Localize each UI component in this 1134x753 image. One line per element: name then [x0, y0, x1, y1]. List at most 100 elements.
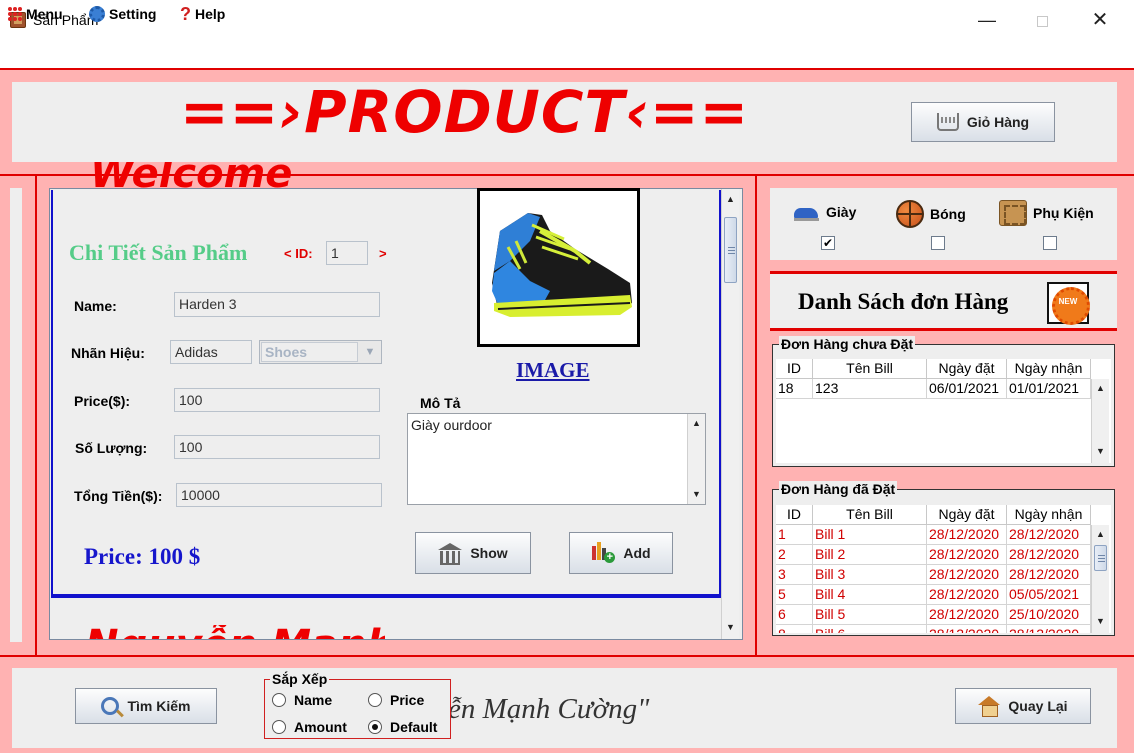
- table-cell[interactable]: Bill 2: [813, 545, 927, 565]
- menu-help[interactable]: ? Help: [180, 4, 225, 24]
- table-cell[interactable]: 28/12/2020: [927, 565, 1007, 585]
- table-cell[interactable]: 28/12/2020: [927, 605, 1007, 625]
- column-header[interactable]: Ngày nhận: [1007, 359, 1091, 379]
- author-heading-partial: Nguyễn Mạnh: [85, 625, 385, 639]
- detail-scrollbar[interactable]: ▲ ▼: [721, 189, 739, 639]
- id-field[interactable]: 1: [326, 241, 368, 265]
- checkbox-balls[interactable]: [931, 236, 945, 250]
- table-cell[interactable]: Bill 5: [813, 605, 927, 625]
- name-field[interactable]: Harden 3: [174, 292, 380, 317]
- table-cell[interactable]: Bill 3: [813, 565, 927, 585]
- detail-heading: Chi Tiết Sản Phẩm: [69, 240, 248, 265]
- table-cell[interactable]: Bill 4: [813, 585, 927, 605]
- table-cell[interactable]: 123: [813, 379, 927, 399]
- placed-scrollbar[interactable]: ▲ ▼: [1091, 525, 1109, 633]
- scroll-down-arrow[interactable]: ▼: [1092, 613, 1109, 630]
- column-header[interactable]: Ngày nhận: [1007, 505, 1091, 525]
- table-cell[interactable]: 5: [776, 585, 813, 605]
- sort-price-label: Price: [390, 692, 425, 708]
- id-next-button[interactable]: >: [379, 246, 387, 261]
- search-button[interactable]: Tìm Kiếm: [75, 688, 217, 724]
- table-cell[interactable]: 28/12/2020: [1007, 565, 1091, 585]
- category-accessories[interactable]: Phụ Kiện: [999, 200, 1094, 226]
- unplaced-scrollbar[interactable]: ▲ ▼: [1091, 379, 1109, 463]
- table-cell[interactable]: 01/01/2021: [1007, 379, 1091, 399]
- category-balls[interactable]: Bóng: [896, 200, 966, 228]
- add-button[interactable]: + Add: [569, 532, 673, 574]
- card-separator: [51, 594, 721, 596]
- scroll-down-arrow[interactable]: ▼: [1092, 443, 1109, 460]
- unplaced-orders-table[interactable]: ID Tên Bill Ngày đặt Ngày nhận 18 123 06…: [776, 359, 1111, 463]
- table-cell[interactable]: 05/05/2021: [1007, 585, 1091, 605]
- table-cell[interactable]: 28/12/2020: [927, 625, 1007, 633]
- cart-icon: [936, 113, 959, 131]
- table-cell[interactable]: 6: [776, 605, 813, 625]
- back-button[interactable]: Quay Lại: [955, 688, 1091, 724]
- sort-amount-radio[interactable]: Amount: [272, 719, 347, 735]
- checkbox-accessories[interactable]: [1043, 236, 1057, 250]
- description-textarea[interactable]: Giày ourdoor ▲ ▼: [407, 413, 706, 505]
- new-order-button[interactable]: NEW: [1047, 282, 1090, 325]
- table-cell[interactable]: 1: [776, 525, 813, 545]
- placed-orders-table[interactable]: ID Tên Bill Ngày đặt Ngày nhận 1 Bill 1 28…: [776, 505, 1111, 633]
- radio-indicator: [368, 693, 382, 707]
- table-cell[interactable]: Bill 6: [813, 625, 927, 633]
- close-button[interactable]: ✕: [1085, 6, 1115, 34]
- sort-name-label: Name: [294, 692, 333, 708]
- column-header[interactable]: ID: [776, 505, 813, 525]
- type-select[interactable]: Shoes ▼: [259, 340, 382, 364]
- chevron-down-icon: ▼: [364, 346, 376, 358]
- table-cell[interactable]: 28/12/2020: [927, 545, 1007, 565]
- table-cell[interactable]: 8: [776, 625, 813, 633]
- scroll-thumb[interactable]: [724, 217, 737, 283]
- description-scrollbar[interactable]: ▲ ▼: [687, 414, 705, 504]
- brand-field[interactable]: Adidas: [170, 340, 252, 364]
- table-cell[interactable]: 28/12/2020: [1007, 525, 1091, 545]
- scroll-down-arrow[interactable]: ▼: [722, 619, 739, 636]
- scroll-up-arrow[interactable]: ▲: [1092, 380, 1109, 397]
- column-header[interactable]: Ngày đặt: [927, 505, 1007, 525]
- scroll-thumb[interactable]: [1094, 545, 1107, 571]
- cart-button[interactable]: Giỏ Hàng: [911, 102, 1055, 142]
- table-cell[interactable]: 06/01/2021: [927, 379, 1007, 399]
- sort-default-radio[interactable]: Default: [368, 719, 437, 735]
- checkbox-shoes[interactable]: ✔: [821, 236, 835, 250]
- name-label: Name:: [74, 298, 117, 314]
- menu-menu[interactable]: Menu: [8, 4, 63, 24]
- sort-title: Sắp Xếp: [270, 671, 330, 687]
- column-header[interactable]: Tên Bill: [813, 359, 927, 379]
- column-header[interactable]: Ngày đặt: [927, 359, 1007, 379]
- category-shoes-label: Giày: [826, 204, 857, 220]
- scroll-up-arrow[interactable]: ▲: [688, 415, 705, 432]
- table-cell[interactable]: Bill 1: [813, 525, 927, 545]
- scroll-up-arrow[interactable]: ▲: [1092, 526, 1109, 543]
- menu-setting[interactable]: Setting: [89, 4, 156, 24]
- category-shoes[interactable]: Giày: [792, 200, 856, 224]
- table-cell[interactable]: 18: [776, 379, 813, 399]
- column-header[interactable]: ID: [776, 359, 813, 379]
- show-button[interactable]: Show: [415, 532, 531, 574]
- total-field[interactable]: 10000: [176, 483, 382, 507]
- quantity-field[interactable]: 100: [174, 435, 380, 459]
- sort-default-label: Default: [390, 719, 438, 735]
- basketball-shoe-image: [492, 213, 632, 317]
- table-cell[interactable]: 28/12/2020: [1007, 545, 1091, 565]
- price-field[interactable]: 100: [174, 388, 380, 412]
- description-text: Giày ourdoor: [411, 417, 492, 433]
- table-cell[interactable]: 28/12/2020: [1007, 625, 1091, 633]
- sort-name-radio[interactable]: Name: [272, 692, 332, 708]
- total-label: Tổng Tiền($):: [74, 488, 163, 504]
- scroll-up-arrow[interactable]: ▲: [722, 191, 739, 208]
- id-prev-label[interactable]: < ID:: [284, 246, 313, 261]
- sort-price-radio[interactable]: Price: [368, 692, 424, 708]
- table-cell[interactable]: 28/12/2020: [927, 525, 1007, 545]
- order-list-title: Danh Sách đơn Hàng: [798, 289, 1009, 314]
- column-header[interactable]: Tên Bill: [813, 505, 927, 525]
- maximize-button[interactable]: [1027, 6, 1057, 34]
- table-cell[interactable]: 28/12/2020: [927, 585, 1007, 605]
- table-cell[interactable]: 2: [776, 545, 813, 565]
- minimize-button[interactable]: —: [972, 6, 1002, 34]
- scroll-down-arrow[interactable]: ▼: [688, 486, 705, 503]
- table-cell[interactable]: 25/10/2020: [1007, 605, 1091, 625]
- table-cell[interactable]: 3: [776, 565, 813, 585]
